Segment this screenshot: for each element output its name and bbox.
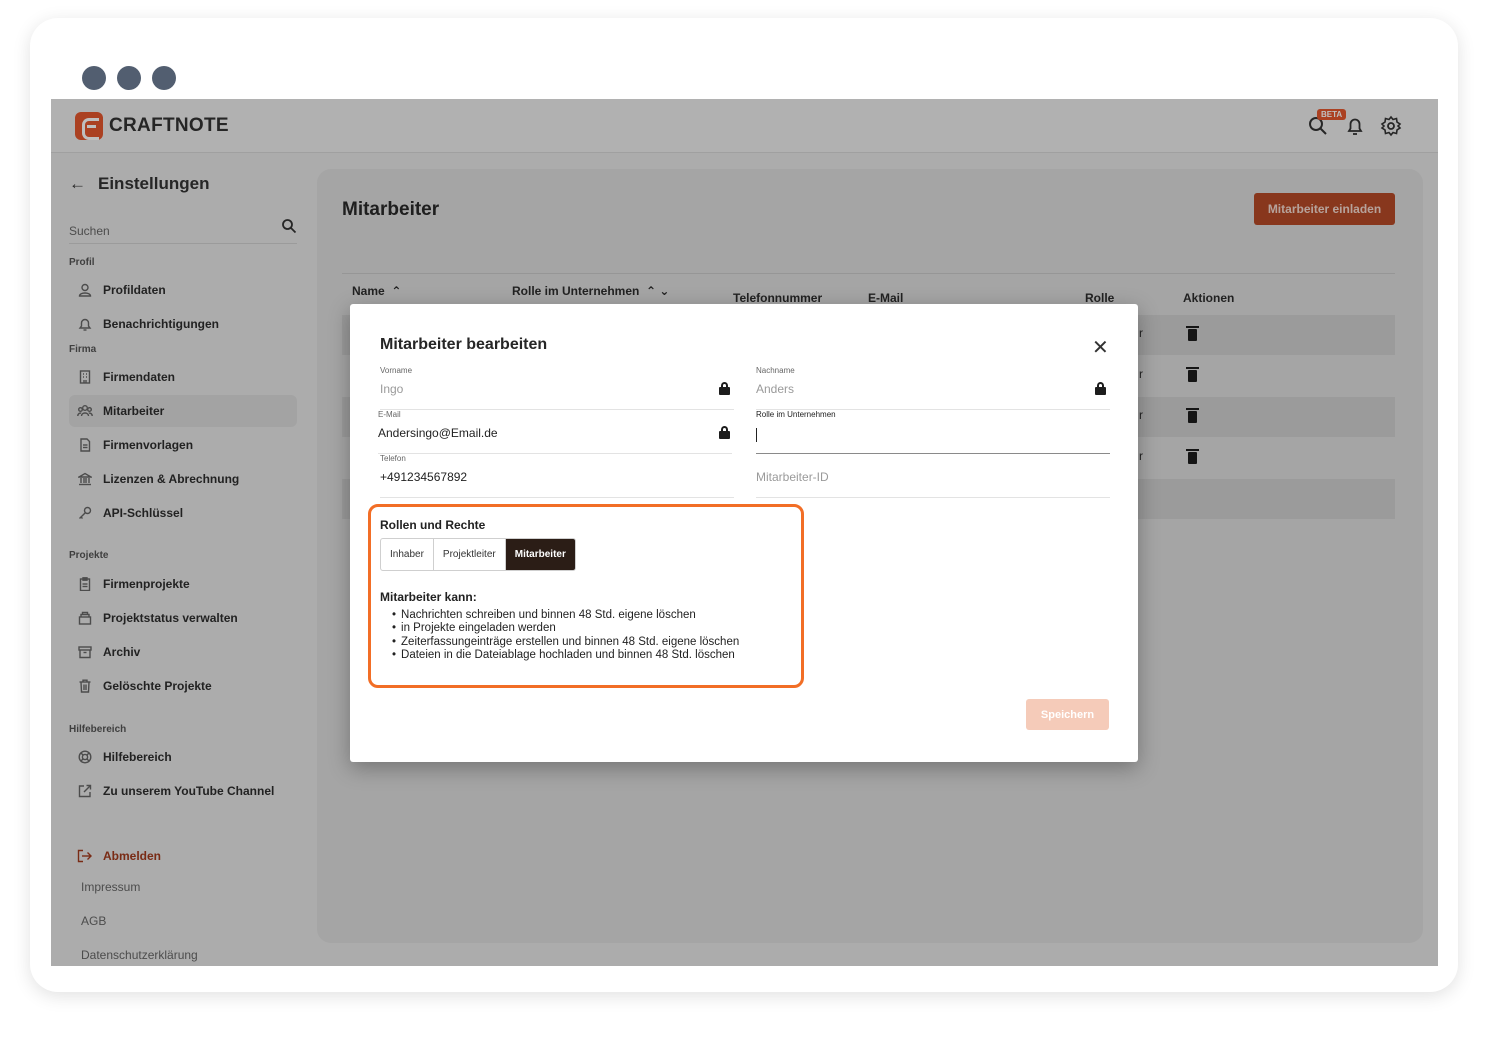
window-dot <box>152 66 176 90</box>
field-value: Ingo <box>380 382 404 396</box>
field-placeholder[interactable]: Mitarbeiter-ID <box>756 470 829 484</box>
mitarbeiter-id-field[interactable]: Mitarbeiter-ID <box>756 454 1110 498</box>
field-label: Telefon <box>380 454 406 463</box>
permissions-list: Nachrichten schreiben und binnen 48 Std.… <box>400 609 739 662</box>
edit-employee-modal: Mitarbeiter bearbeiten ✕ Vorname Ingo Na… <box>350 304 1138 762</box>
rolle-im-unternehmen-field[interactable]: Rolle im Unternehmen <box>756 410 1110 454</box>
nachname-field: Nachname Anders <box>756 366 1110 410</box>
save-button[interactable]: Speichern <box>1026 699 1109 730</box>
field-value[interactable]: +491234567892 <box>380 470 467 484</box>
lock-icon <box>1095 382 1106 395</box>
roles-title: Rollen und Rechte <box>380 518 486 532</box>
window-dot <box>117 66 141 90</box>
permission-item: Zeiterfassungeinträge erstellen und binn… <box>400 636 739 649</box>
text-caret <box>756 428 757 442</box>
field-value: Andersingo@Email.de <box>378 426 498 440</box>
lock-icon <box>719 426 730 439</box>
field-label: Vorname <box>380 366 413 375</box>
field-value: Anders <box>756 382 795 396</box>
vorname-field: Vorname Ingo <box>380 366 734 410</box>
role-option-projektleiter[interactable]: Projektleiter <box>434 539 506 570</box>
field-label: Nachname <box>756 366 795 375</box>
role-option-inhaber[interactable]: Inhaber <box>381 539 434 570</box>
permission-item: in Projekte eingeladen werden <box>400 622 739 635</box>
field-label: Rolle im Unternehmen <box>756 410 836 419</box>
permission-item: Dateien in die Dateiablage hochladen und… <box>400 649 739 662</box>
window-dot <box>82 66 106 90</box>
permissions-title: Mitarbeiter kann: <box>380 590 477 604</box>
close-icon[interactable]: ✕ <box>1092 338 1109 358</box>
lock-icon <box>719 382 730 395</box>
role-option-mitarbeiter[interactable]: Mitarbeiter <box>505 539 575 570</box>
role-segmented-control[interactable]: Inhaber Projektleiter Mitarbeiter <box>380 538 576 571</box>
telefon-field[interactable]: Telefon +491234567892 <box>380 454 734 498</box>
modal-title: Mitarbeiter bearbeiten <box>380 336 548 353</box>
field-label: E-Mail <box>378 410 401 419</box>
email-field: E-Mail Andersingo@Email.de <box>378 410 732 454</box>
app-screen: CRAFTNOTE BETA ← Einstellungen Suchen Pro… <box>51 99 1438 966</box>
permission-item: Nachrichten schreiben und binnen 48 Std.… <box>400 609 739 622</box>
